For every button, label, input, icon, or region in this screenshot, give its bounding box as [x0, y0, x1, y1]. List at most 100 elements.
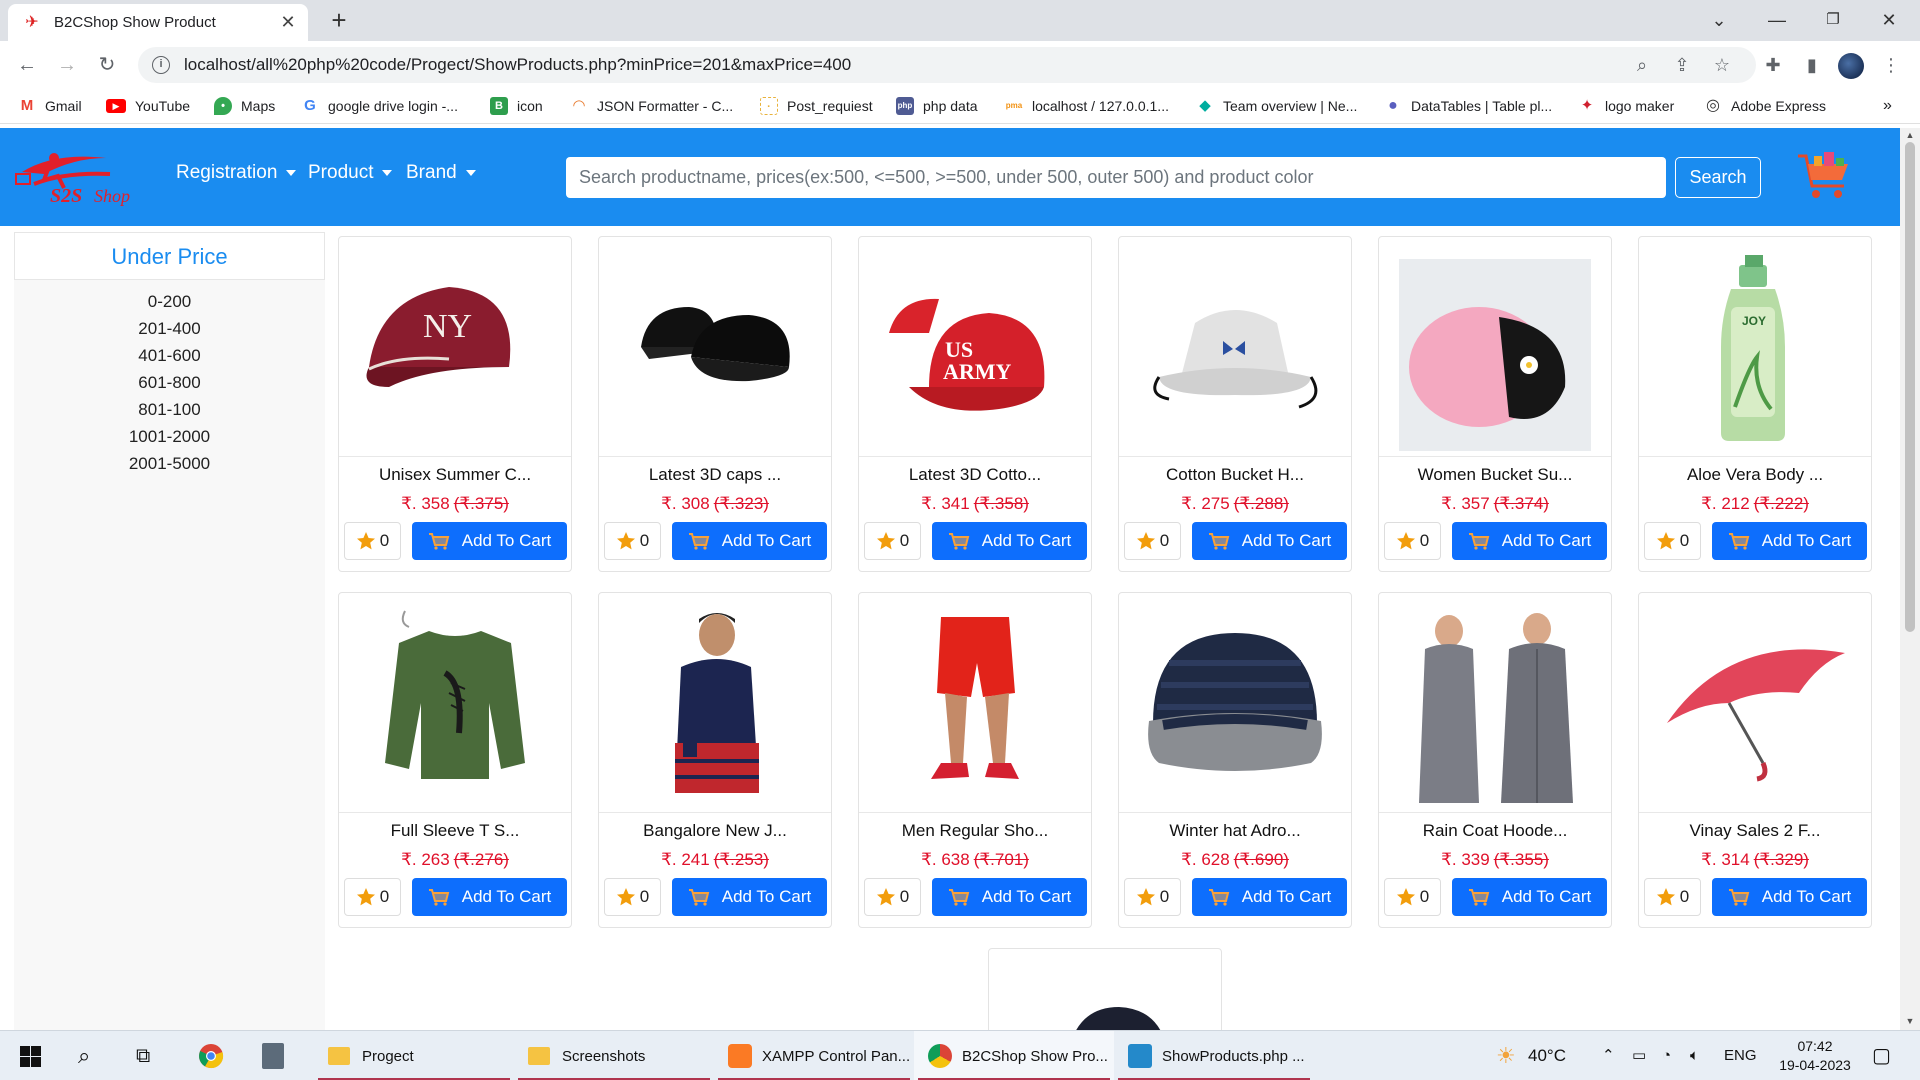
price-range-link[interactable]: 401-600 — [14, 342, 325, 369]
chrome-pinned-icon[interactable] — [198, 1043, 224, 1069]
share-icon[interactable]: ⇪ — [1668, 51, 1696, 79]
bookmark-star-icon[interactable]: ☆ — [1708, 51, 1736, 79]
tray-overflow-icon[interactable]: ⌃ — [1602, 1031, 1615, 1080]
rating-button[interactable]: 0 — [604, 878, 661, 916]
product-name[interactable]: Vinay Sales 2 F... — [1639, 821, 1871, 841]
nav-brand-dropdown[interactable]: Brand — [406, 162, 476, 184]
taskbar-search-icon[interactable]: ⌕ — [78, 1031, 90, 1080]
rating-button[interactable]: 0 — [864, 522, 921, 560]
add-to-cart-button[interactable]: Add To Cart — [672, 522, 827, 560]
product-name[interactable]: Bangalore New J... — [599, 821, 831, 841]
product-image[interactable] — [1639, 593, 1871, 813]
scroll-up-icon[interactable]: ▲ — [1904, 130, 1916, 140]
new-tab-button[interactable]: + — [324, 6, 354, 36]
add-to-cart-button[interactable]: Add To Cart — [412, 878, 567, 916]
bookmark-item[interactable]: • Maps — [214, 95, 275, 117]
product-image[interactable] — [1379, 237, 1611, 457]
taskbar-clock[interactable]: 07:42 19-04-2023 — [1770, 1037, 1860, 1075]
close-window-button[interactable]: ✕ — [1862, 0, 1916, 40]
site-info-icon[interactable]: i — [152, 56, 170, 74]
address-bar[interactable]: i localhost/all%20php%20code/Progect/Sho… — [138, 47, 1756, 83]
add-to-cart-button[interactable]: Add To Cart — [1452, 878, 1607, 916]
add-to-cart-button[interactable]: Add To Cart — [1192, 878, 1347, 916]
bookmarks-overflow-icon[interactable]: » — [1883, 95, 1892, 117]
bookmark-item[interactable]: php php data — [896, 95, 978, 117]
price-range-link[interactable]: 801-100 — [14, 396, 325, 423]
add-to-cart-button[interactable]: Add To Cart — [1452, 522, 1607, 560]
volume-icon[interactable]: 🔈︎ — [1690, 1031, 1699, 1080]
browser-menu-icon[interactable]: ⋮ — [1876, 50, 1906, 80]
weather-icon[interactable]: ☀ — [1496, 1031, 1516, 1080]
nav-registration-dropdown[interactable]: Registration — [176, 162, 297, 184]
product-name[interactable]: Latest 3D Cotto... — [859, 465, 1091, 485]
add-to-cart-button[interactable]: Add To Cart — [1712, 878, 1867, 916]
taskbar-app-screenshots[interactable]: Screenshots — [514, 1031, 714, 1080]
page-scrollbar[interactable]: ▲ ▼ — [1900, 128, 1920, 1030]
product-name[interactable]: Winter hat Adro... — [1119, 821, 1351, 841]
product-name[interactable]: Men Regular Sho... — [859, 821, 1091, 841]
add-to-cart-button[interactable]: Add To Cart — [932, 878, 1087, 916]
bookmark-item[interactable]: Bicon — [490, 95, 543, 117]
zoom-icon[interactable]: ⌕ — [1628, 51, 1656, 79]
add-to-cart-button[interactable]: Add To Cart — [1712, 522, 1867, 560]
bookmark-item[interactable]: ▶ YouTube — [106, 95, 190, 117]
bookmark-item[interactable]: M Gmail — [18, 95, 82, 117]
price-range-link[interactable]: 0-200 — [14, 288, 325, 315]
rating-button[interactable]: 0 — [1384, 522, 1441, 560]
bookmark-item[interactable]: ✦ logo maker — [1578, 95, 1674, 117]
calculator-pinned-icon[interactable] — [262, 1031, 284, 1080]
product-name[interactable]: Unisex Summer C... — [339, 465, 571, 485]
product-image[interactable] — [989, 949, 1221, 1030]
rating-button[interactable]: 0 — [1124, 878, 1181, 916]
side-panel-icon[interactable]: ▮ — [1797, 50, 1827, 80]
language-indicator[interactable]: ENG — [1724, 1031, 1757, 1080]
minimize-window-button[interactable]: — — [1750, 0, 1804, 40]
bookmark-item[interactable]: Ggoogle drive login -... — [301, 95, 458, 117]
s2s-shop-logo[interactable]: S2S Shop — [14, 144, 148, 208]
product-image[interactable] — [599, 593, 831, 813]
rating-button[interactable]: 0 — [1384, 878, 1441, 916]
add-to-cart-button[interactable]: Add To Cart — [932, 522, 1087, 560]
product-name[interactable]: Rain Coat Hoode... — [1379, 821, 1611, 841]
weather-temp[interactable]: 40°C — [1528, 1031, 1566, 1080]
rating-button[interactable]: 0 — [344, 522, 401, 560]
add-to-cart-button[interactable]: Add To Cart — [1192, 522, 1347, 560]
bookmark-item[interactable]: · Post_requiest — [760, 95, 873, 117]
tab-search-icon[interactable]: ⌄ — [1692, 0, 1746, 40]
add-to-cart-button[interactable]: Add To Cart — [672, 878, 827, 916]
rating-button[interactable]: 0 — [1124, 522, 1181, 560]
price-range-link[interactable]: 1001-2000 — [14, 423, 325, 450]
bookmark-item[interactable]: ◠ JSON Formatter - C... — [570, 95, 733, 117]
bookmark-item[interactable]: ◆ Team overview | Ne... — [1196, 95, 1357, 117]
product-image[interactable]: NY — [339, 237, 571, 457]
rating-button[interactable]: 0 — [864, 878, 921, 916]
rating-button[interactable]: 0 — [1644, 522, 1701, 560]
product-image[interactable] — [599, 237, 831, 457]
reload-button[interactable]: ↻ — [92, 50, 122, 80]
back-button[interactable]: ← — [12, 50, 42, 80]
bookmark-item[interactable]: ◎ Adobe Express — [1704, 95, 1826, 117]
rating-button[interactable]: 0 — [1644, 878, 1701, 916]
close-tab-icon[interactable]: ✕ — [278, 12, 298, 33]
shopping-cart-icon[interactable] — [1796, 150, 1852, 202]
product-image[interactable] — [339, 593, 571, 813]
product-image[interactable] — [859, 593, 1091, 813]
forward-button[interactable]: → — [52, 50, 82, 80]
taskbar-app-chrome[interactable]: B2CShop Show Pro... — [914, 1031, 1114, 1080]
restore-window-button[interactable]: ❐ — [1806, 0, 1860, 40]
battery-icon[interactable]: ▭ — [1632, 1031, 1646, 1080]
browser-tab-active[interactable]: ✈ B2CShop Show Product ✕ — [8, 4, 308, 41]
product-name[interactable]: Full Sleeve T S... — [339, 821, 571, 841]
product-image[interactable] — [1379, 593, 1611, 813]
bookmark-item[interactable]: pma localhost / 127.0.0.1... — [1005, 95, 1169, 117]
bookmark-item[interactable]: ● DataTables | Table pl... — [1384, 95, 1552, 117]
taskbar-app-xampp[interactable]: XAMPP Control Pan... — [714, 1031, 914, 1080]
product-name[interactable]: Cotton Bucket H... — [1119, 465, 1351, 485]
product-image[interactable] — [1119, 237, 1351, 457]
product-search-input[interactable] — [566, 157, 1666, 198]
product-name[interactable]: Aloe Vera Body ... — [1639, 465, 1871, 485]
network-icon[interactable]: ◔ — [1662, 1031, 1671, 1080]
profile-avatar[interactable] — [1838, 53, 1864, 79]
search-button[interactable]: Search — [1675, 157, 1761, 198]
taskbar-app-progect[interactable]: Progect — [314, 1031, 514, 1080]
